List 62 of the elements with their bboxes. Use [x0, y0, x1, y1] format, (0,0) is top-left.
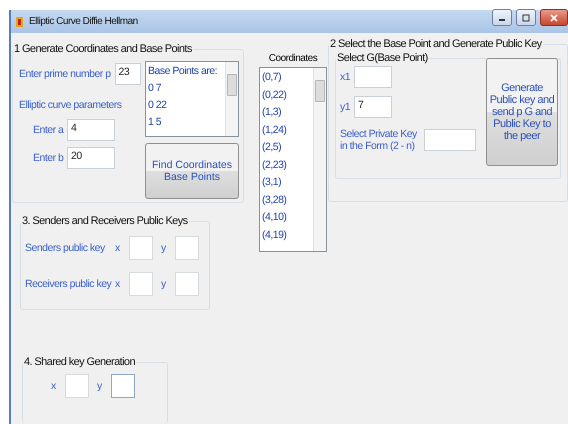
input-field[interactable] [129, 236, 153, 260]
input-field[interactable] [129, 272, 153, 296]
field-label: Elliptic curve parameters [19, 99, 123, 111]
input-field[interactable] [111, 374, 135, 398]
input-field[interactable] [175, 272, 199, 296]
field-label: x1 [340, 71, 352, 83]
list-item: (0,7) [262, 70, 282, 85]
list-item: (4,19) [262, 228, 288, 242]
base-points-list[interactable]: Base Points are: 0 7 0 22 1 5 [145, 61, 239, 137]
parameter-field[interactable]: 20 [67, 147, 115, 169]
app-icon [15, 16, 25, 28]
close-button[interactable] [540, 9, 568, 26]
group-title: 2 Select the Base Point and Generate Public Key [329, 38, 543, 50]
coordinates-list[interactable]: (0,7) (0,22) (1,3) (1,24) (2,5) (2,23) (3,1) (3,28) (4,10) (4,19) [259, 67, 327, 252]
list-item: 0 7 [148, 81, 162, 96]
group-title: 3. Senders and Receivers Public Keys [21, 215, 188, 227]
list-title: Coordinates [268, 53, 318, 64]
field-label: y1 [340, 101, 352, 113]
list-item: (2,23) [262, 158, 288, 172]
minimize-button[interactable] [492, 9, 512, 26]
list-item: (4,10) [262, 210, 288, 225]
field-label: Select Private Key in the Form (2 - n) [340, 128, 418, 152]
field-label: Enter a [33, 124, 63, 136]
field-label: Enter b [33, 152, 63, 164]
field-label: x [115, 242, 121, 254]
group-title: Select G(Base Point) [336, 52, 429, 64]
window-title: Elliptic Curve Diffie Hellman [29, 16, 138, 27]
list-item: (1,3) [262, 105, 282, 120]
group-title: 1 Generate Coordinates and Base Points [13, 43, 193, 55]
field-label: x [51, 380, 57, 392]
input-field[interactable] [65, 374, 89, 398]
list-item: (1,24) [262, 122, 288, 138]
scroll-thumb[interactable] [315, 80, 325, 102]
scrollbar[interactable] [225, 62, 238, 136]
input-field[interactable] [175, 236, 199, 260]
generate-key-button[interactable]: Generate Public key and send p G and Public Key to the peer [486, 58, 558, 166]
close-icon [550, 14, 558, 22]
list-item: Base Points are: [148, 64, 218, 79]
maximize-button[interactable] [516, 9, 536, 26]
field-label: y [161, 278, 168, 290]
parameter-field[interactable]: 4 [67, 119, 115, 141]
scrollbar[interactable] [313, 68, 326, 251]
input-field[interactable]: 7 [354, 96, 392, 118]
scroll-thumb[interactable] [227, 74, 237, 96]
field-label: x [115, 278, 121, 290]
private-key-field[interactable] [424, 129, 476, 151]
list-item: (3,28) [262, 192, 288, 208]
prime-field[interactable]: 23 [114, 63, 141, 85]
input-field[interactable] [354, 66, 392, 88]
list-item: (3,1) [262, 175, 282, 190]
field-label: y [97, 380, 104, 392]
field-label: Senders public key [25, 242, 106, 254]
field-label: y [161, 242, 168, 254]
list-item: (0,22) [262, 88, 288, 102]
list-item: 0 22 [148, 98, 168, 113]
list-item: 1 5 [148, 115, 162, 130]
find-coordinates-button[interactable]: Find Coordinates Base Points [145, 143, 239, 199]
list-item: (2,5) [262, 140, 282, 155]
group-title: 4. Shared key Generation [23, 356, 136, 368]
field-label: Receivers public key [25, 278, 113, 290]
field-label: Enter prime number p [19, 68, 111, 80]
maximize-icon [522, 14, 530, 22]
